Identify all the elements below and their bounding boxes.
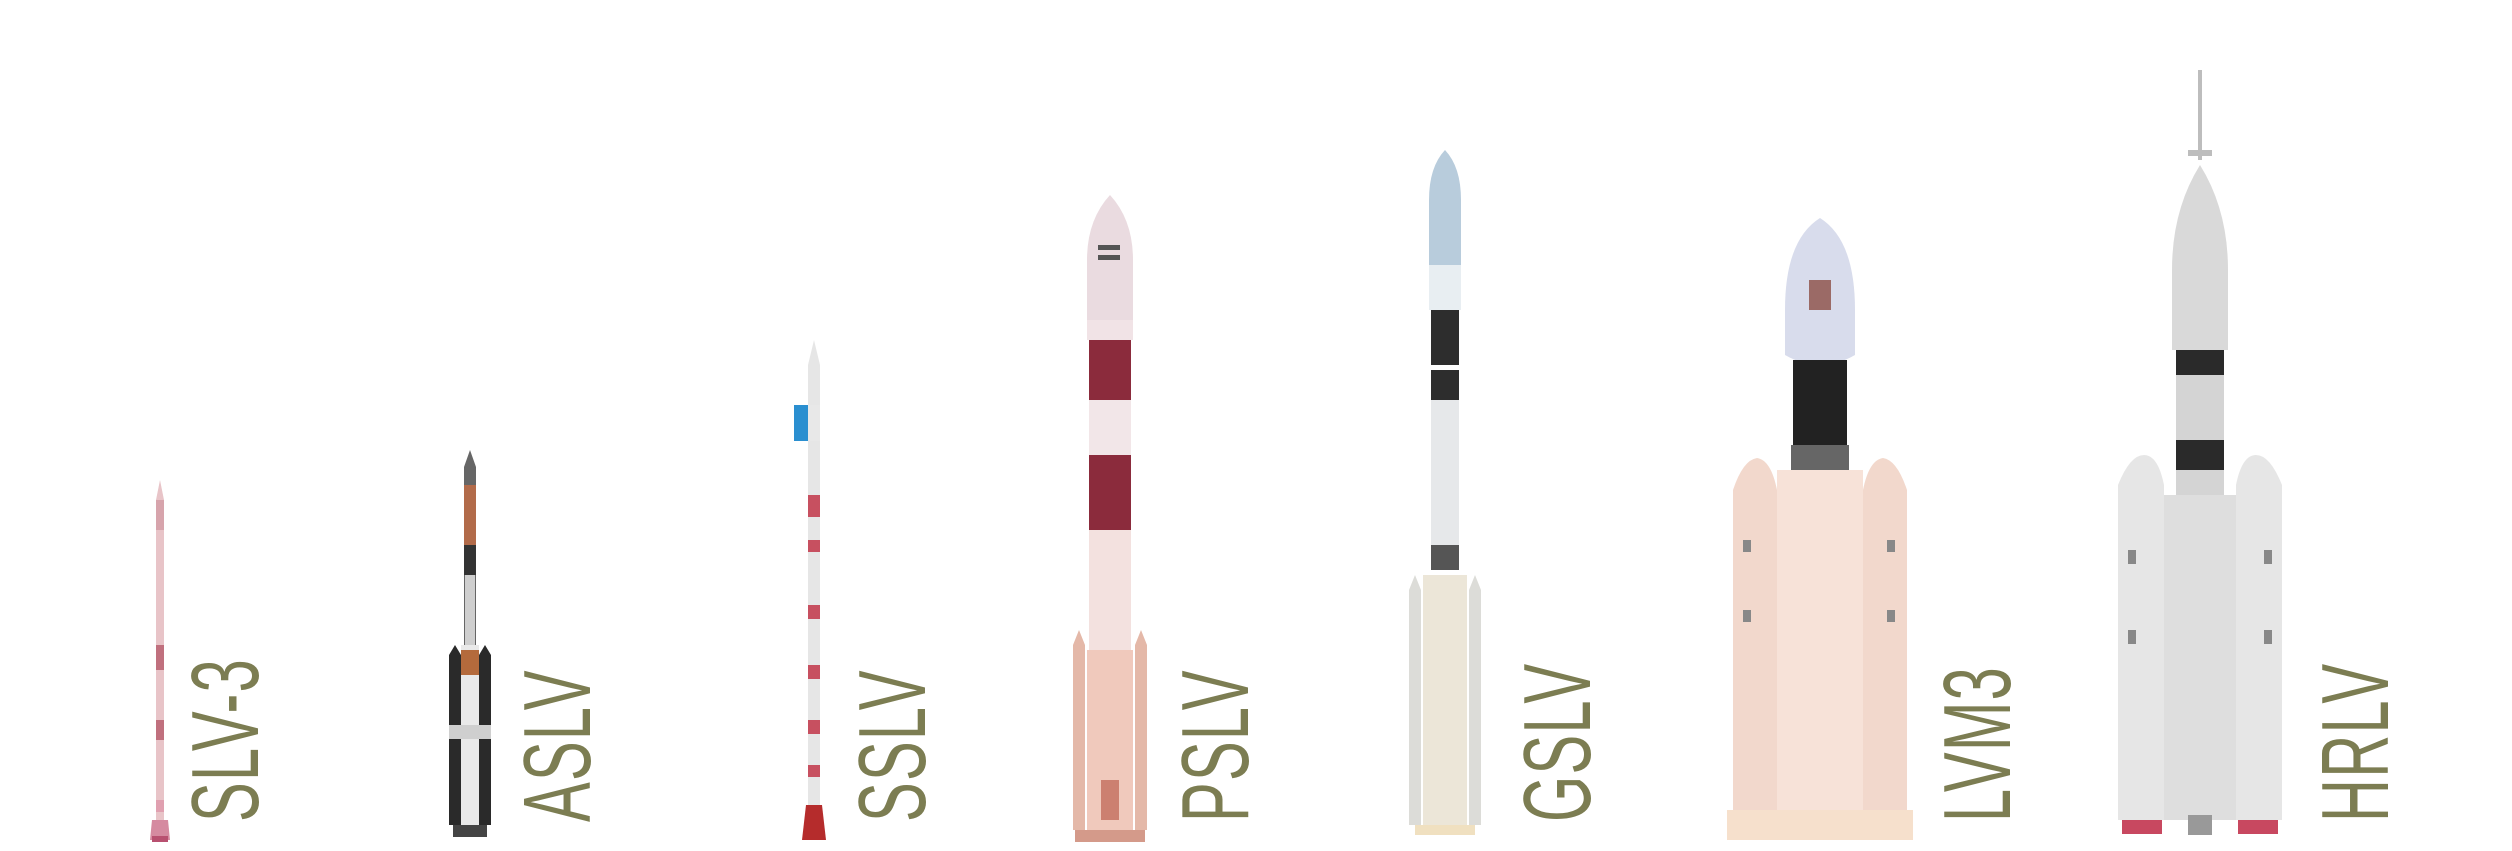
gslv-rocket	[1409, 150, 1481, 835]
sslv-label: SSLV	[839, 669, 946, 822]
lvm3-label: LVM3	[1924, 665, 2031, 822]
pslv-label: PSLV	[1162, 669, 1269, 822]
gslv-label: GSLV	[1504, 662, 1611, 822]
aslv-label: ASLV	[504, 669, 611, 822]
pslv-rocket	[1073, 195, 1147, 842]
lvm3-rocket	[1727, 218, 1913, 840]
slv3-label: SLV-3	[172, 658, 279, 822]
launch-vehicle-lineup: SLV-3 ASLV SSLV PSLV GSLV LVM3 HRLV	[0, 0, 2512, 851]
hrlv-rocket	[2118, 70, 2282, 835]
aslv-rocket	[449, 450, 491, 837]
sslv-rocket	[794, 340, 826, 840]
hrlv-label: HRLV	[2302, 662, 2409, 822]
